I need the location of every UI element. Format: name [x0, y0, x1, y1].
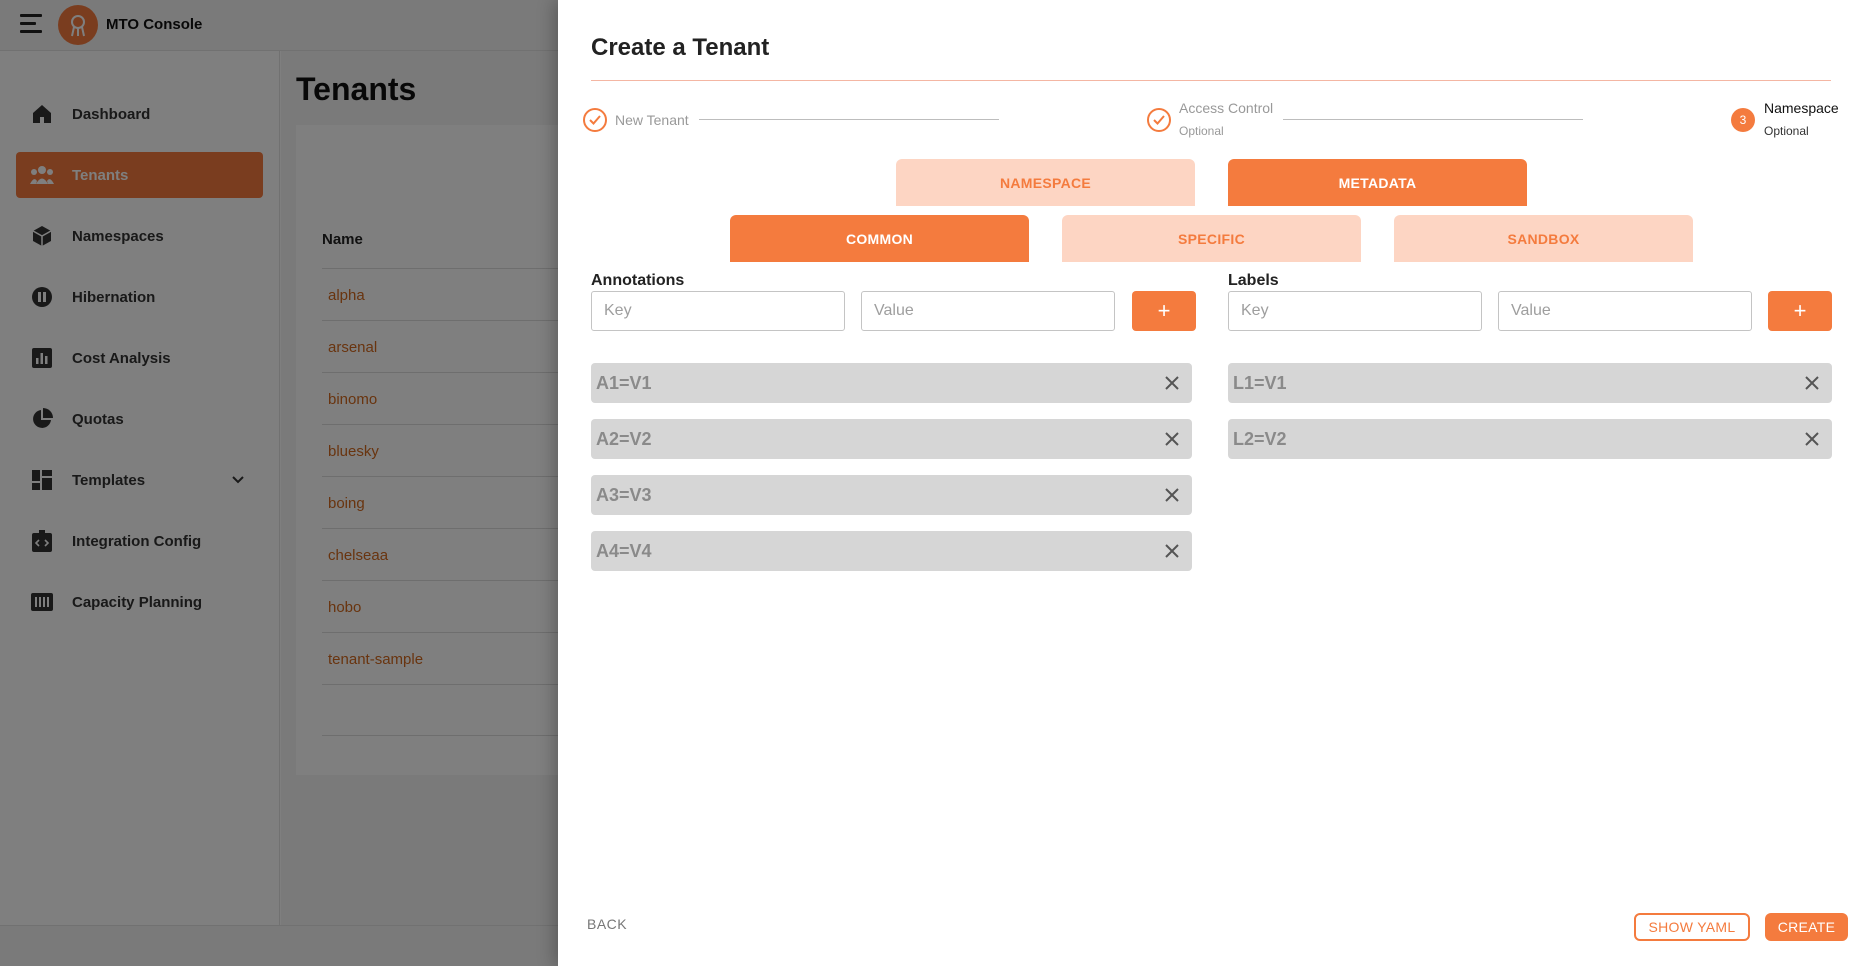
back-button[interactable]: BACK	[587, 916, 627, 932]
label-key-input[interactable]	[1228, 291, 1482, 331]
check-circle-icon	[1147, 108, 1171, 132]
step-access-control-optional: Optional	[1179, 124, 1224, 138]
tab-namespace[interactable]: NAMESPACE	[896, 159, 1195, 206]
chip-text: A2=V2	[596, 428, 652, 449]
annotation-chip: A1=V1	[591, 363, 1192, 403]
annotation-value-input[interactable]	[861, 291, 1115, 331]
step-namespace-optional: Optional	[1764, 124, 1809, 138]
labels-label: Labels	[1228, 272, 1279, 289]
tab-sandbox[interactable]: SANDBOX	[1394, 215, 1693, 262]
step-access-control: Access Control	[1179, 100, 1274, 116]
step-connector	[699, 119, 999, 120]
tab-common[interactable]: COMMON	[730, 215, 1029, 262]
close-icon[interactable]	[1162, 373, 1182, 393]
create-tenant-drawer: Create a Tenant New Tenant Access Contro…	[558, 0, 1865, 966]
show-yaml-button[interactable]: SHOW YAML	[1634, 913, 1750, 941]
chip-text: L1=V1	[1233, 372, 1287, 393]
close-icon[interactable]	[1162, 541, 1182, 561]
annotation-chip: A2=V2	[591, 419, 1192, 459]
step-connector	[1283, 119, 1583, 120]
chip-text: A3=V3	[596, 484, 652, 505]
annotation-chip: A3=V3	[591, 475, 1192, 515]
title-divider	[591, 80, 1831, 81]
drawer-title: Create a Tenant	[591, 34, 770, 61]
close-icon[interactable]	[1802, 429, 1822, 449]
chip-text: A4=V4	[596, 540, 652, 561]
step-number-badge: 3	[1731, 108, 1755, 132]
close-icon[interactable]	[1802, 373, 1822, 393]
annotation-key-input[interactable]	[591, 291, 845, 331]
step-new-tenant: New Tenant	[615, 112, 689, 128]
label-chip: L1=V1	[1228, 363, 1832, 403]
annotations-label: Annotations	[591, 272, 685, 289]
chip-text: L2=V2	[1233, 428, 1287, 449]
check-circle-icon	[583, 108, 607, 132]
add-label-button[interactable]: +	[1768, 291, 1832, 331]
close-icon[interactable]	[1162, 429, 1182, 449]
label-value-input[interactable]	[1498, 291, 1752, 331]
tab-specific[interactable]: SPECIFIC	[1062, 215, 1361, 262]
close-icon[interactable]	[1162, 485, 1182, 505]
tab-metadata[interactable]: METADATA	[1228, 159, 1527, 206]
add-annotation-button[interactable]: +	[1132, 291, 1196, 331]
create-button[interactable]: CREATE	[1765, 913, 1848, 941]
annotation-chip: A4=V4	[591, 531, 1192, 571]
label-chip: L2=V2	[1228, 419, 1832, 459]
chip-text: A1=V1	[596, 372, 652, 393]
step-namespace: Namespace	[1764, 100, 1839, 116]
